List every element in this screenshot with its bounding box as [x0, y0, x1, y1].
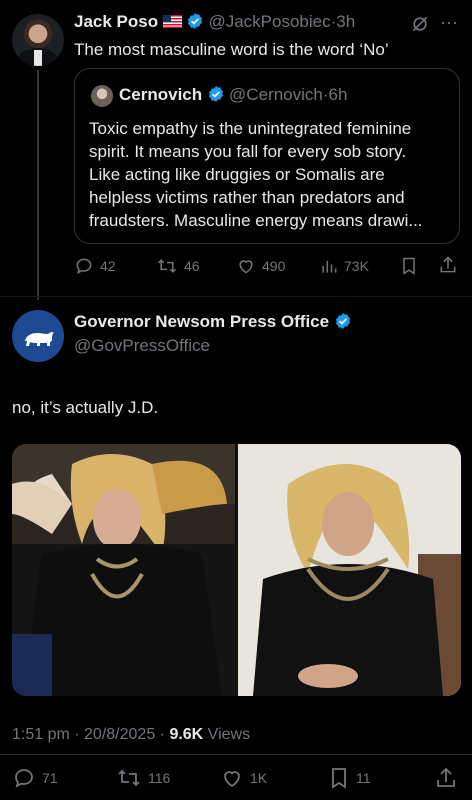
repost-button[interactable]: 116: [116, 766, 170, 790]
post-header: Governor Newsom Press Office: [74, 312, 352, 332]
repost-button[interactable]: 46: [156, 256, 200, 276]
verified-badge-icon: [187, 13, 203, 29]
author-name[interactable]: Jack Poso: [74, 12, 158, 31]
bear-logo-icon: [25, 332, 54, 346]
views-count: 9.6K: [169, 726, 204, 743]
author-name[interactable]: Cernovich: [119, 85, 202, 104]
reply-icon: [15, 769, 33, 788]
quote-line: fraudsters. Masculine energy means drawi…: [89, 211, 423, 230]
more-options-icon[interactable]: ···: [440, 12, 458, 33]
post-time[interactable]: 3h: [336, 12, 355, 31]
bookmark-icon[interactable]: [400, 256, 418, 276]
views-count: 73K: [344, 258, 369, 274]
reply-button[interactable]: 71: [12, 766, 58, 790]
share-icon[interactable]: [434, 766, 458, 790]
bookmark-icon: [332, 768, 346, 789]
avatar[interactable]: [12, 14, 64, 66]
quote-line: Like acting like druggies or Somalis are: [89, 165, 385, 184]
repost-count: 116: [148, 770, 171, 786]
reply-count: 42: [100, 258, 116, 274]
post-header: Jack Poso @JackPosobiec·3h: [74, 12, 355, 32]
avatar[interactable]: [91, 85, 113, 107]
divider: [0, 754, 472, 755]
reply-button[interactable]: 42: [74, 256, 116, 276]
divider: [0, 296, 472, 297]
author-handle[interactable]: @JackPosobiec: [208, 12, 330, 31]
quote-line: helpless victims rather than predators a…: [89, 188, 405, 207]
verified-badge-icon: [335, 313, 350, 329]
author-name[interactable]: Governor Newsom Press Office: [74, 312, 329, 331]
thread-line: [37, 70, 39, 300]
post-time[interactable]: 6h: [329, 85, 348, 104]
repost-count: 46: [184, 258, 200, 274]
quote-text: Toxic empathy is the unintegrated femini…: [89, 117, 449, 232]
bookmark-count: 11: [356, 770, 371, 786]
photo-right[interactable]: [238, 444, 461, 696]
timestamp[interactable]: 1:51 pm · 20/8/2025 ·: [12, 726, 169, 743]
post-meta: 1:51 pm · 20/8/2025 · 9.6K Views: [12, 726, 250, 744]
reply-count: 71: [42, 770, 58, 786]
post-text: The most masculine word is the word ‘No’: [74, 40, 389, 59]
us-flag-icon: [162, 15, 182, 28]
repost-icon: [118, 769, 140, 787]
post-text: no, it’s actually J.D.: [12, 398, 159, 417]
like-button[interactable]: 1K: [220, 766, 267, 790]
quote-line: spirit. It means you fall for every sob …: [89, 142, 407, 161]
bookmark-button[interactable]: 11: [328, 766, 371, 790]
share-icon[interactable]: [438, 255, 458, 275]
author-handle[interactable]: @GovPressOffice: [74, 336, 210, 356]
views-icon: [322, 261, 337, 273]
heart-icon: [239, 260, 253, 274]
like-button[interactable]: 490: [236, 256, 285, 276]
reply-icon: [76, 258, 92, 275]
post-media[interactable]: [12, 444, 461, 696]
like-count: 1K: [250, 770, 268, 786]
repost-icon: [158, 259, 176, 273]
quote-line: Toxic empathy is the unintegrated femini…: [89, 119, 412, 138]
avatar[interactable]: [12, 310, 64, 362]
views-label: Views: [203, 726, 251, 743]
verified-badge-icon: [208, 86, 223, 102]
photo-image: [238, 444, 461, 696]
views-button[interactable]: 73K: [320, 256, 369, 276]
author-handle[interactable]: @Cernovich: [229, 85, 323, 104]
quoted-post[interactable]: Cernovich @Cernovich·6h Toxic empathy is…: [74, 68, 460, 244]
photo-image: [12, 444, 235, 696]
heart-icon: [224, 771, 240, 788]
quote-header: Cernovich @Cernovich·6h: [119, 85, 347, 105]
grok-icon[interactable]: [410, 14, 430, 34]
like-count: 490: [262, 258, 286, 274]
photo-left[interactable]: [12, 444, 235, 696]
